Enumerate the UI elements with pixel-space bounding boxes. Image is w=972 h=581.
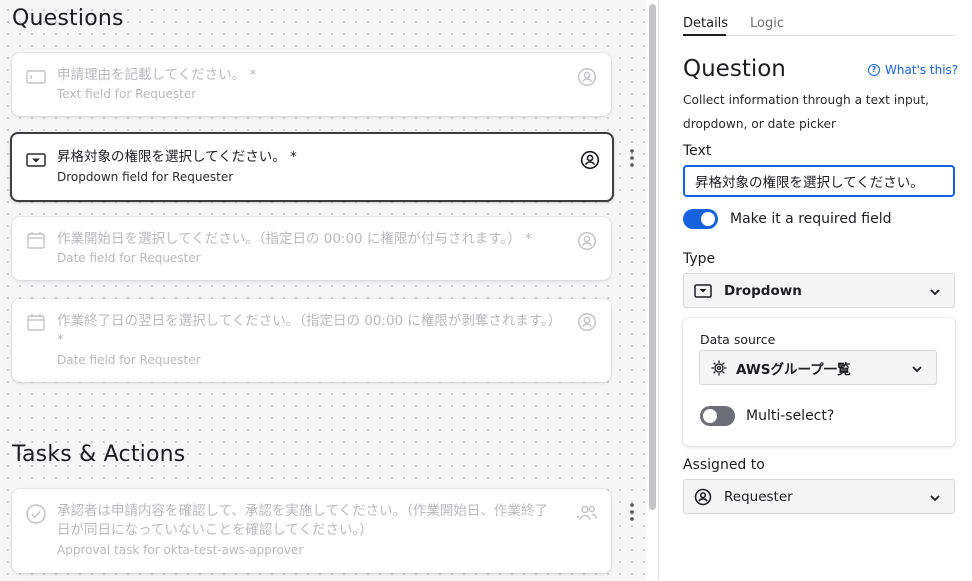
type-select-value: Dropdown <box>724 282 802 299</box>
tasks-section-title: Tasks & Actions <box>12 442 186 467</box>
question-text: 昇格対象の権限を選択してください。 * <box>57 149 297 165</box>
calendar-icon <box>26 231 46 249</box>
check-circle-icon <box>25 503 47 525</box>
question-subtitle: Dropdown field for Requester <box>57 170 234 184</box>
assigned-to-label: Assigned to <box>683 457 765 473</box>
data-source-select[interactable]: AWSグループ一覧 <box>699 350 937 385</box>
task-more-menu-icon[interactable] <box>626 501 638 523</box>
user-circle-icon <box>577 312 597 332</box>
user-circle-icon <box>580 150 600 170</box>
toggle-knob <box>701 212 715 226</box>
multiselect-toggle[interactable] <box>700 406 735 426</box>
type-label: Type <box>683 251 716 267</box>
question-subtitle: Date field for Requester <box>57 353 201 367</box>
question-card-start-date[interactable]: 作業開始日を選択してください。（指定日の 00:00 に権限が付与されます。） … <box>12 217 611 280</box>
details-panel: Details Logic Question ? What's this? Co… <box>659 0 972 581</box>
task-text: 承認者は申請内容を確認して、承認を実施してください。（作業開始日、作業終了日が同… <box>57 503 548 538</box>
type-select[interactable]: Dropdown <box>683 273 955 308</box>
panel-description: Collect information through a text input… <box>683 93 930 131</box>
question-subtitle: Date field for Requester <box>57 251 201 265</box>
question-text: 作業開始日を選択してください。（指定日の 00:00 に権限が付与されます。） … <box>57 231 532 247</box>
multiselect-toggle-label: Multi-select? <box>746 408 835 424</box>
data-source-card: Data source AWSグループ一覧 Multi-select? <box>683 318 955 446</box>
user-circle-icon <box>577 231 597 251</box>
question-subtitle: Text field for Requester <box>57 87 197 101</box>
task-subtitle: Approval task for okta-test-aws-approver <box>57 543 304 557</box>
text-field-icon <box>26 69 46 85</box>
task-card-approval[interactable]: 承認者は申請内容を確認して、承認を実施してください。（作業開始日、作業終了日が同… <box>12 489 611 573</box>
help-circle-icon: ? <box>868 64 880 76</box>
dropdown-field-icon <box>694 282 712 300</box>
text-field-label: Text <box>683 143 712 159</box>
question-card-permission[interactable]: 昇格対象の権限を選択してください。 * Dropdown field for R… <box>10 132 614 202</box>
assigned-to-select[interactable]: Requester <box>683 479 955 514</box>
panel-title: Question <box>683 56 786 82</box>
user-circle-icon <box>577 67 597 87</box>
tab-logic[interactable]: Logic <box>750 16 784 31</box>
question-required-mark: * <box>57 332 64 348</box>
dropdown-field-icon <box>26 152 46 168</box>
required-toggle-label: Make it a required field <box>730 211 892 227</box>
chevron-down-icon <box>928 284 942 298</box>
question-more-menu-icon[interactable] <box>626 147 638 169</box>
active-tab-indicator <box>683 34 726 36</box>
chevron-down-icon <box>910 361 924 375</box>
toggle-knob <box>703 409 717 423</box>
whats-this-label: What's this? <box>885 63 959 77</box>
data-source-value: AWSグループ一覧 <box>736 361 851 378</box>
question-card-end-date[interactable]: 作業終了日の翌日を選択してください。（指定日の 00:00 に権限が剥奪されます… <box>12 299 611 382</box>
data-source-label: Data source <box>700 332 776 347</box>
question-text-input[interactable] <box>683 165 955 197</box>
questions-section-title: Questions <box>12 6 124 31</box>
calendar-icon <box>26 313 46 331</box>
gear-icon <box>710 359 728 377</box>
question-text: 申請理由を記載してください。 * <box>57 67 257 83</box>
question-card-reason[interactable]: 申請理由を記載してください。 * Text field for Requeste… <box>12 53 611 116</box>
chevron-down-icon <box>928 490 942 504</box>
whats-this-link[interactable]: ? What's this? <box>868 63 958 77</box>
tab-details[interactable]: Details <box>683 16 728 31</box>
assigned-to-value: Requester <box>724 488 793 505</box>
user-circle-icon <box>694 488 712 506</box>
question-text: 作業終了日の翌日を選択してください。（指定日の 00:00 に権限が剥奪されます… <box>57 313 562 329</box>
form-canvas: Questions 申請理由を記載してください。 * Text field fo… <box>0 0 646 581</box>
users-group-icon <box>575 503 599 523</box>
required-toggle[interactable] <box>683 209 718 229</box>
canvas-scrollbar[interactable] <box>649 4 656 510</box>
